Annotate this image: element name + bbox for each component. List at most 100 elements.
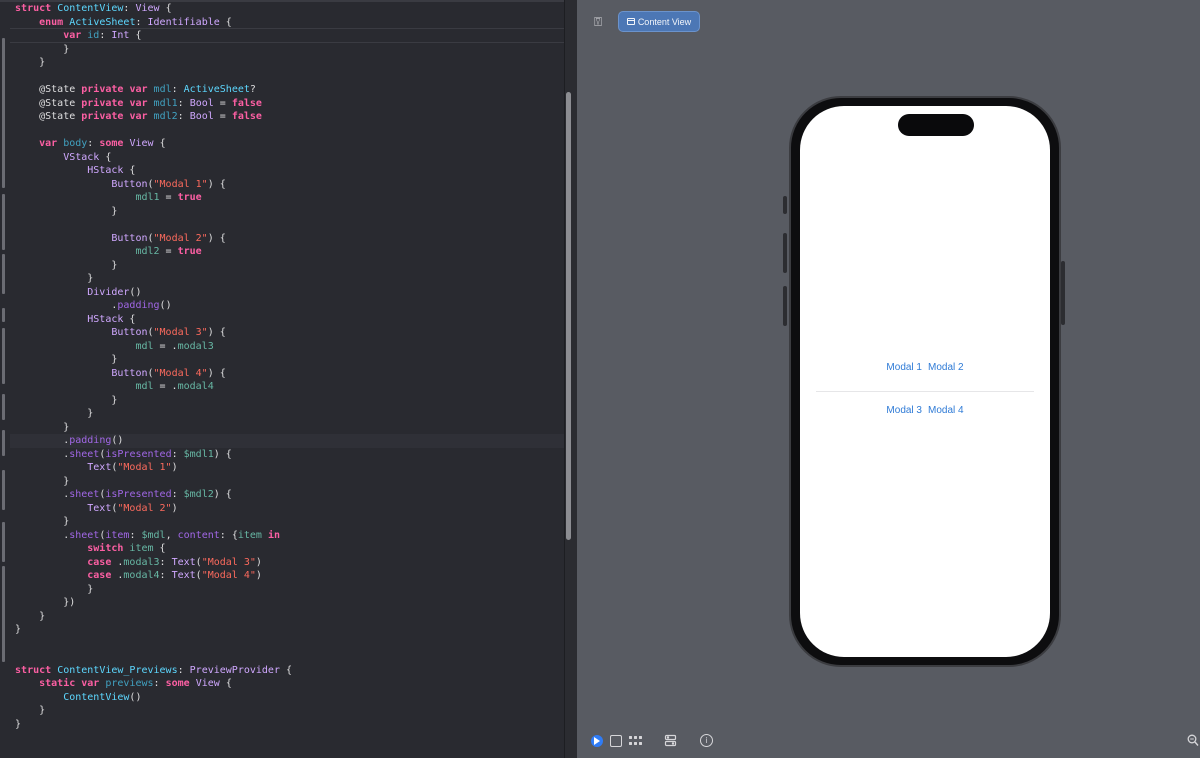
- code-line[interactable]: }: [111, 353, 117, 367]
- code-token: "Modal 4": [201, 570, 256, 581]
- code-line[interactable]: Button("Modal 1") {: [111, 178, 225, 192]
- editor-scrollbar[interactable]: [566, 92, 571, 540]
- code-line[interactable]: Text("Modal 1"): [87, 461, 177, 475]
- code-token: mdl2: [135, 246, 160, 257]
- code-token: Bool: [189, 111, 214, 122]
- code-line[interactable]: switch item {: [87, 542, 165, 556]
- phone-power-button: [1061, 261, 1065, 325]
- code-line[interactable]: }: [63, 515, 69, 529]
- code-token: mdl2: [153, 111, 178, 122]
- phone-volume-up: [783, 233, 787, 273]
- code-line[interactable]: struct ContentView_Previews: PreviewProv…: [15, 664, 292, 678]
- code-line[interactable]: .sheet(item: $mdl, content: {item in: [63, 529, 280, 543]
- code-token: content: [177, 529, 220, 541]
- code-token: mdl: [153, 84, 172, 95]
- code-token: sheet: [69, 529, 100, 541]
- zoom-icon[interactable]: [1187, 734, 1199, 747]
- code-token: ) {: [213, 489, 232, 500]
- code-line[interactable]: @State private var mdl2: Bool = false: [39, 110, 262, 124]
- code-line[interactable]: mdl = .modal4: [135, 380, 213, 394]
- gutter-change-bar: [2, 38, 5, 188]
- code-line[interactable]: mdl = .modal3: [135, 340, 213, 354]
- pin-icon[interactable]: ⍔: [588, 12, 608, 32]
- code-line[interactable]: Button("Modal 4") {: [111, 367, 225, 381]
- code-line[interactable]: Button("Modal 3") {: [111, 326, 225, 340]
- code-token: =: [159, 192, 178, 203]
- code-line[interactable]: Divider(): [87, 286, 141, 300]
- code-line[interactable]: }: [63, 421, 69, 435]
- modal-1-button[interactable]: Modal 1: [886, 362, 922, 373]
- code-token: }: [63, 516, 70, 527]
- code-line[interactable]: }): [63, 596, 75, 610]
- code-token: false: [231, 111, 262, 122]
- gutter-change-bar: [2, 470, 5, 510]
- code-token: {: [159, 3, 172, 14]
- code-token: mdl1: [153, 97, 178, 109]
- code-line[interactable]: HStack {: [87, 313, 135, 327]
- code-line[interactable]: }: [111, 205, 117, 219]
- code-token: Text: [171, 570, 196, 581]
- code-line[interactable]: }: [39, 56, 45, 70]
- code-token: (): [111, 435, 124, 446]
- code-line[interactable]: }: [111, 259, 117, 273]
- code-token: some: [99, 138, 124, 149]
- modal-2-button[interactable]: Modal 2: [928, 362, 964, 373]
- code-line[interactable]: enum ActiveSheet: Identifiable {: [39, 16, 232, 30]
- modal-3-button[interactable]: Modal 3: [886, 405, 922, 416]
- grid-variants-icon[interactable]: [628, 734, 644, 748]
- code-line[interactable]: mdl2 = true: [135, 245, 201, 259]
- code-line[interactable]: }: [39, 704, 45, 718]
- code-line[interactable]: @State private var mdl: ActiveSheet?: [39, 83, 256, 97]
- code-line[interactable]: .padding(): [111, 299, 171, 313]
- gutter-change-bar: [2, 430, 5, 456]
- modal-4-button[interactable]: Modal 4: [928, 405, 964, 416]
- code-line[interactable]: case .modal3: Text("Modal 3"): [87, 556, 262, 570]
- code-token: previews: [105, 678, 154, 689]
- code-token: : {: [219, 529, 238, 541]
- code-token: :: [171, 489, 184, 500]
- code-line[interactable]: var id: Int {: [63, 29, 141, 43]
- code-token: var: [129, 84, 148, 95]
- code-token: (): [159, 300, 172, 311]
- code-token: }: [111, 259, 118, 271]
- content-view-preview-chip[interactable]: Content View: [618, 11, 700, 32]
- code-line[interactable]: }: [111, 394, 117, 408]
- code-token: Identifiable: [147, 16, 220, 28]
- code-line[interactable]: struct ContentView: View {: [15, 2, 172, 16]
- selectable-icon[interactable]: [610, 735, 622, 747]
- code-token: :: [171, 84, 184, 95]
- code-line[interactable]: .sheet(isPresented: $mdl2) {: [63, 488, 232, 502]
- code-line[interactable]: case .modal4: Text("Modal 4"): [87, 569, 262, 583]
- code-line[interactable]: }: [63, 475, 69, 489]
- code-line[interactable]: var body: some View {: [39, 137, 166, 151]
- code-line[interactable]: Button("Modal 2") {: [111, 232, 225, 246]
- code-line[interactable]: .sheet(isPresented: $mdl1) {: [63, 448, 232, 462]
- device-settings-icon[interactable]: [664, 734, 677, 747]
- code-line[interactable]: }: [63, 43, 69, 57]
- code-token: HStack: [87, 165, 124, 176]
- code-token: ContentView: [63, 691, 130, 703]
- code-line[interactable]: }: [15, 623, 21, 637]
- code-token: Button: [111, 367, 148, 379]
- code-editor[interactable]: struct ContentView: View {enum ActiveShe…: [0, 0, 564, 758]
- code-line[interactable]: VStack {: [63, 151, 111, 165]
- code-line[interactable]: }: [15, 718, 21, 732]
- code-line[interactable]: Text("Modal 2"): [87, 502, 177, 516]
- code-token: :: [159, 556, 172, 568]
- code-token: var: [129, 97, 148, 109]
- code-token: }: [111, 354, 118, 365]
- code-line[interactable]: }: [87, 407, 93, 421]
- code-line[interactable]: @State private var mdl1: Bool = false: [39, 97, 262, 111]
- code-token: ): [255, 570, 262, 581]
- code-line[interactable]: mdl1 = true: [135, 191, 201, 205]
- code-line[interactable]: static var previews: some View {: [39, 677, 232, 691]
- code-line[interactable]: HStack {: [87, 164, 135, 178]
- info-icon[interactable]: i: [700, 734, 713, 747]
- code-token: Text: [87, 462, 112, 473]
- code-line[interactable]: }: [87, 272, 93, 286]
- code-line[interactable]: ContentView(): [63, 691, 141, 705]
- code-line[interactable]: }: [39, 610, 45, 624]
- live-preview-icon[interactable]: [591, 735, 603, 747]
- code-line[interactable]: .padding(): [63, 434, 123, 448]
- code-line[interactable]: }: [87, 583, 93, 597]
